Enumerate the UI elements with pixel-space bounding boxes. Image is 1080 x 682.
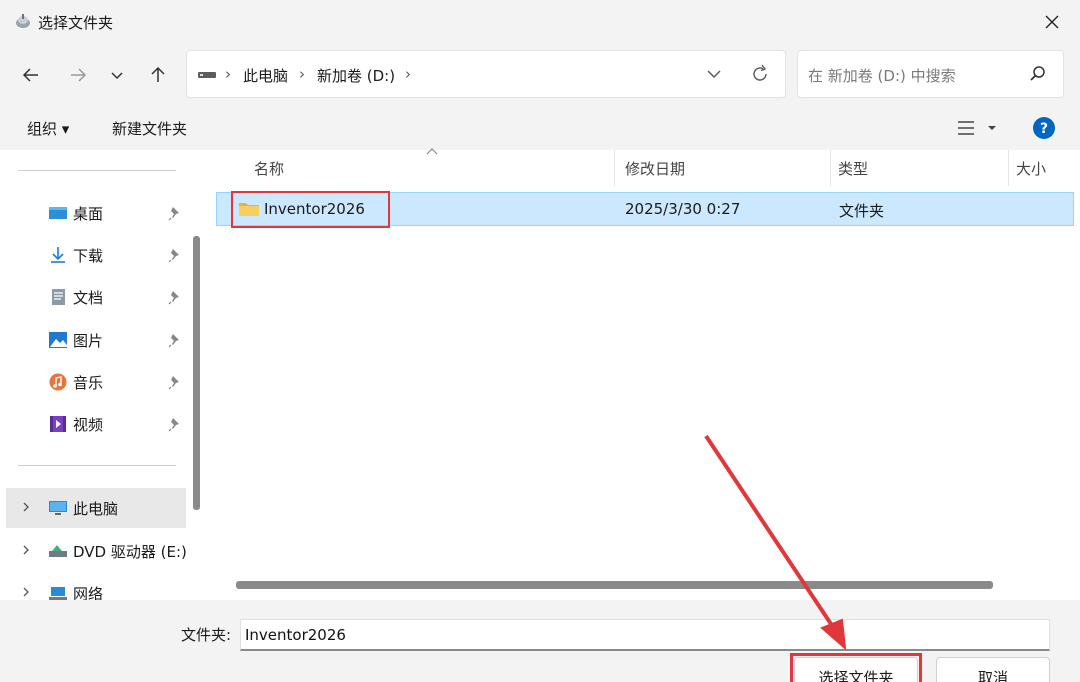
download-icon xyxy=(51,247,65,263)
pin-icon[interactable] xyxy=(168,332,182,348)
sidebar-item-this-pc[interactable]: 此电脑 xyxy=(6,488,186,528)
address-bar[interactable]: › 此电脑 › 新加卷 (D:) › xyxy=(186,50,786,98)
pin-icon[interactable] xyxy=(168,247,182,263)
search-icon xyxy=(1030,66,1045,81)
column-type[interactable]: 类型 xyxy=(838,158,868,179)
up-button[interactable] xyxy=(145,62,171,88)
navigation-pane: 桌面 下载 文档 图片 音乐 视频 此电脑 DVD 驱动器 (E:) 网络 xyxy=(0,150,208,603)
breadcrumb-separator-icon: › xyxy=(405,65,411,83)
document-icon xyxy=(52,289,65,305)
folder-input[interactable] xyxy=(240,619,1050,651)
pin-icon[interactable] xyxy=(168,374,182,390)
forward-button[interactable] xyxy=(65,62,91,88)
annotation-highlight-box xyxy=(790,653,922,682)
chevron-right-icon[interactable] xyxy=(20,543,32,557)
sidebar-item-label: 音乐 xyxy=(73,374,104,392)
nav-pane-scrollbar[interactable] xyxy=(193,236,200,510)
folder-label: 文件夹: xyxy=(181,626,232,644)
video-icon xyxy=(50,416,66,432)
cancel-button[interactable]: 取消 xyxy=(936,657,1050,682)
sidebar-item-label: 下载 xyxy=(73,247,104,265)
search-placeholder: 在 新加卷 (D:) 中搜索 xyxy=(808,67,956,85)
sort-ascending-icon xyxy=(426,148,438,155)
back-button[interactable] xyxy=(18,62,44,88)
sidebar-item-pictures[interactable]: 图片 xyxy=(6,320,186,360)
horizontal-scrollbar[interactable] xyxy=(236,581,993,589)
arrow-up-icon xyxy=(151,66,165,82)
file-type: 文件夹 xyxy=(839,202,885,220)
sidebar-item-label: 文档 xyxy=(73,289,104,307)
sidebar-item-label: DVD 驱动器 (E:) xyxy=(73,543,187,561)
column-modified[interactable]: 修改日期 xyxy=(625,158,685,179)
svg-text:?: ? xyxy=(1040,121,1048,137)
computer-icon xyxy=(49,501,67,515)
sidebar-item-dvd-drive[interactable]: DVD 驱动器 (E:) xyxy=(6,531,187,571)
chevron-down-icon[interactable] xyxy=(703,63,725,85)
sidebar-item-downloads[interactable]: 下载 xyxy=(6,235,186,275)
pin-icon[interactable] xyxy=(168,289,182,305)
new-folder-button[interactable]: 新建文件夹 xyxy=(112,118,187,139)
dvd-icon xyxy=(49,545,67,557)
annotation-highlight-box xyxy=(231,191,390,228)
command-bar: 组织 ▾ 新建文件夹 xyxy=(0,106,1080,150)
sidebar-item-label: 此电脑 xyxy=(73,500,119,518)
sidebar-item-documents[interactable]: 文档 xyxy=(6,277,186,317)
window-title: 选择文件夹 xyxy=(38,14,114,32)
arrow-right-icon xyxy=(71,68,87,82)
sidebar-item-label: 图片 xyxy=(73,332,104,350)
arrow-left-icon xyxy=(22,68,38,82)
title-bar: 选择文件夹 xyxy=(0,0,1080,44)
search-box[interactable]: 在 新加卷 (D:) 中搜索 xyxy=(797,50,1064,98)
organize-menu[interactable]: 组织 ▾ xyxy=(27,118,69,139)
chevron-right-icon[interactable] xyxy=(20,585,32,599)
chevron-down-icon xyxy=(111,72,123,80)
sidebar-item-videos[interactable]: 视频 xyxy=(6,404,186,444)
refresh-icon[interactable] xyxy=(749,63,771,85)
column-name[interactable]: 名称 xyxy=(254,158,284,179)
sidebar-item-label: 桌面 xyxy=(73,205,104,223)
sidebar-item-desktop[interactable]: 桌面 xyxy=(6,193,186,233)
column-header: 名称 修改日期 类型 大小 xyxy=(216,150,1080,186)
picture-icon xyxy=(49,332,67,348)
nav-divider xyxy=(18,465,176,466)
breadcrumb-this-pc[interactable]: 此电脑 xyxy=(243,65,288,86)
drive-icon xyxy=(198,72,216,78)
sidebar-item-music[interactable]: 音乐 xyxy=(6,362,186,402)
column-separator[interactable] xyxy=(614,150,615,186)
column-separator[interactable] xyxy=(1008,150,1009,186)
desktop-icon xyxy=(49,207,67,219)
pin-icon[interactable] xyxy=(168,205,182,221)
music-icon xyxy=(49,373,67,391)
breadcrumb-separator-icon: › xyxy=(225,65,231,83)
view-options-icon[interactable] xyxy=(956,116,1000,140)
breadcrumb-drive-d[interactable]: 新加卷 (D:) xyxy=(317,65,395,86)
column-size[interactable]: 大小 xyxy=(1016,158,1046,179)
recent-locations-button[interactable] xyxy=(104,62,130,88)
breadcrumb-separator-icon: › xyxy=(299,65,305,83)
column-separator[interactable] xyxy=(830,150,831,186)
nav-divider xyxy=(18,170,176,171)
sidebar-item-label: 视频 xyxy=(73,416,104,434)
app-icon xyxy=(16,14,30,28)
file-modified: 2025/3/30 0:27 xyxy=(625,200,741,218)
close-icon xyxy=(1045,15,1059,29)
pin-icon[interactable] xyxy=(168,416,182,432)
close-button[interactable] xyxy=(1040,10,1064,34)
chevron-right-icon[interactable] xyxy=(20,500,32,514)
help-icon[interactable]: ? xyxy=(1032,116,1056,140)
